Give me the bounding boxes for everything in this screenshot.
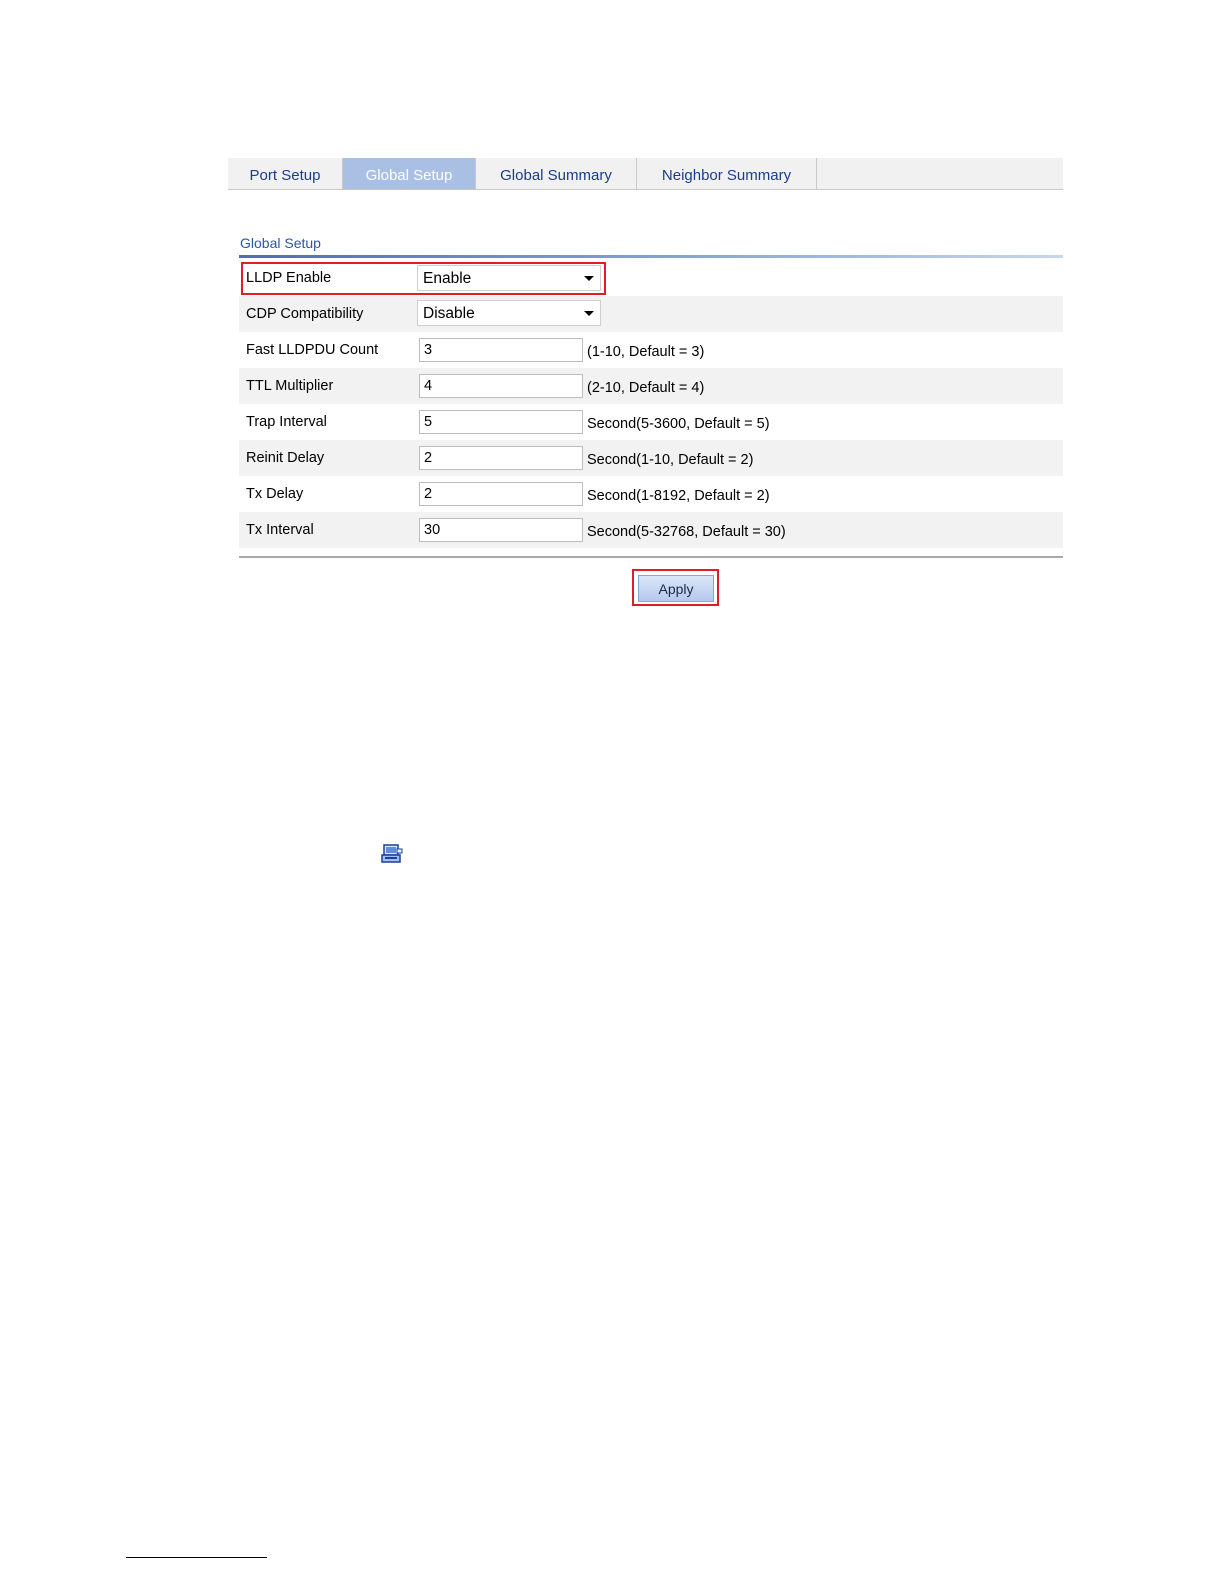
- row-reinit-delay: Reinit Delay Second(1-10, Default = 2): [239, 440, 1063, 476]
- ttl-multiplier-input[interactable]: [419, 374, 583, 398]
- tx-delay-label: Tx Delay: [246, 486, 304, 502]
- trap-interval-hint: Second(5-3600, Default = 5): [587, 416, 770, 432]
- lldp-enable-value: Enable: [423, 270, 472, 287]
- computer-config-icon: [381, 844, 403, 863]
- ttl-multiplier-label: TTL Multiplier: [246, 378, 334, 394]
- ttl-multiplier-hint: (2-10, Default = 4): [587, 380, 705, 396]
- footnote-divider: [126, 1557, 267, 1558]
- section-divider: [239, 255, 1063, 258]
- tx-delay-input[interactable]: [419, 482, 583, 506]
- row-lldp-enable: LLDP Enable Enable: [239, 260, 1063, 296]
- row-tx-delay: Tx Delay Second(1-8192, Default = 2): [239, 476, 1063, 512]
- cdp-compatibility-label: CDP Compatibility: [246, 306, 364, 322]
- row-tx-interval: Tx Interval Second(5-32768, Default = 30…: [239, 512, 1063, 548]
- tab-port-setup[interactable]: Port Setup: [228, 158, 343, 189]
- cdp-compatibility-select[interactable]: Disable: [417, 300, 601, 326]
- section-title: Global Setup: [240, 235, 321, 251]
- reinit-delay-input[interactable]: [419, 446, 583, 470]
- row-ttl-multiplier: TTL Multiplier (2-10, Default = 4): [239, 368, 1063, 404]
- tab-neighbor-summary[interactable]: Neighbor Summary: [637, 158, 817, 189]
- trap-interval-label: Trap Interval: [246, 414, 327, 430]
- form-bottom-divider: [239, 556, 1063, 558]
- tx-interval-label: Tx Interval: [246, 522, 314, 538]
- fast-lldpdu-count-label: Fast LLDPDU Count: [246, 342, 379, 358]
- apply-button[interactable]: Apply: [638, 575, 714, 602]
- reinit-delay-hint: Second(1-10, Default = 2): [587, 452, 754, 468]
- cdp-compatibility-value: Disable: [423, 305, 475, 322]
- lldp-enable-label: LLDP Enable: [246, 270, 332, 286]
- fast-lldpdu-count-input[interactable]: [419, 338, 583, 362]
- tx-interval-hint: Second(5-32768, Default = 30): [587, 524, 786, 540]
- tab-global-summary[interactable]: Global Summary: [476, 158, 637, 189]
- reinit-delay-label: Reinit Delay: [246, 450, 325, 466]
- tab-global-setup[interactable]: Global Setup: [343, 158, 476, 189]
- row-cdp-compatibility: CDP Compatibility Disable: [239, 296, 1063, 332]
- chevron-down-icon: [584, 311, 594, 316]
- fast-lldpdu-count-hint: (1-10, Default = 3): [587, 344, 705, 360]
- chevron-down-icon: [584, 276, 594, 281]
- row-trap-interval: Trap Interval Second(5-3600, Default = 5…: [239, 404, 1063, 440]
- row-fast-lldpdu-count: Fast LLDPDU Count (1-10, Default = 3): [239, 332, 1063, 368]
- tab-bar: Port Setup Global Setup Global Summary N…: [228, 158, 1063, 190]
- tx-interval-input[interactable]: [419, 518, 583, 542]
- trap-interval-input[interactable]: [419, 410, 583, 434]
- tx-delay-hint: Second(1-8192, Default = 2): [587, 488, 770, 504]
- lldp-enable-select[interactable]: Enable: [417, 265, 601, 291]
